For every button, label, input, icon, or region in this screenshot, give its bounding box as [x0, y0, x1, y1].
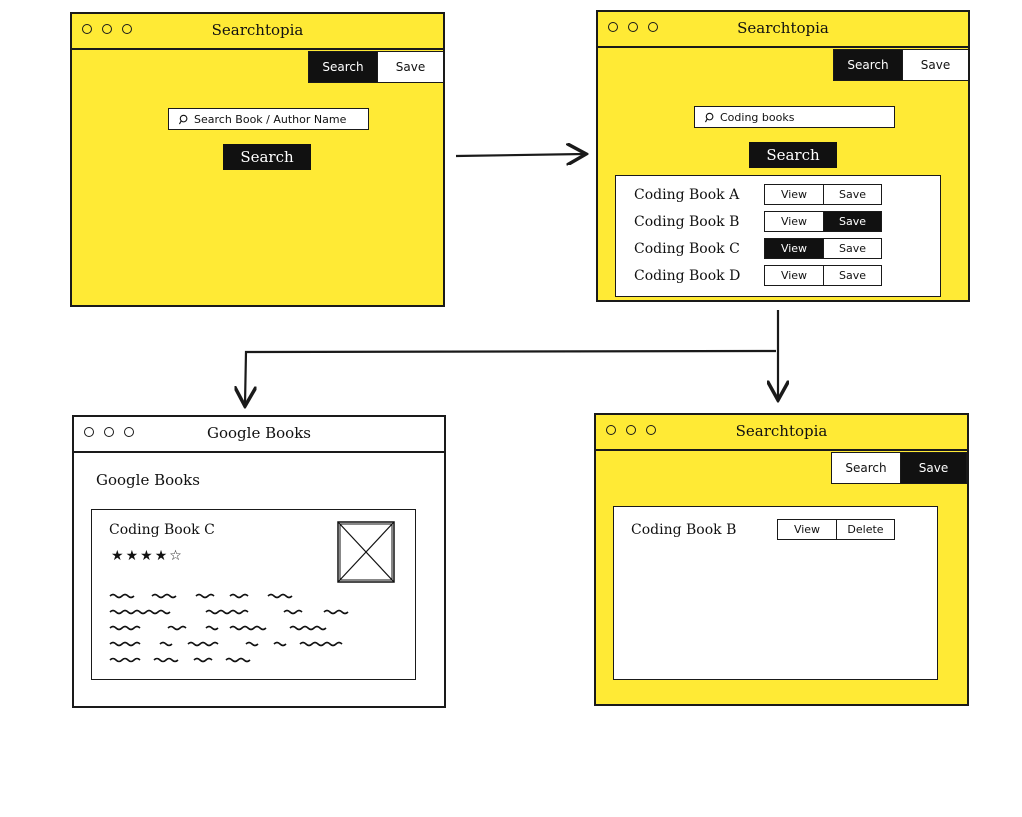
- nav-tabs: Search Save: [308, 51, 444, 83]
- search-placeholder: Search Book / Author Name: [194, 112, 347, 126]
- title-bar: Google Books: [74, 417, 444, 453]
- nav-tabs: Search Save: [831, 452, 967, 484]
- row-actions: View Save: [764, 265, 882, 286]
- row-actions: View Save: [764, 184, 882, 205]
- list-item: Coding Book B View Delete: [631, 519, 895, 540]
- window-title: Google Books: [207, 424, 311, 442]
- tab-save[interactable]: Save: [377, 52, 443, 82]
- nav-tabs: Search Save: [833, 49, 969, 81]
- save-button[interactable]: Save: [823, 239, 881, 258]
- book-title: Coding Book A: [634, 186, 740, 203]
- page-heading: Google Books: [96, 471, 200, 489]
- window-title: Searchtopia: [737, 19, 829, 37]
- title-bar: Searchtopia: [598, 12, 968, 48]
- list-item: Coding Book A View Save: [634, 184, 882, 205]
- star-icon: ★: [111, 548, 126, 564]
- window-title: Searchtopia: [211, 21, 304, 39]
- search-icon: [179, 114, 188, 124]
- delete-button[interactable]: Delete: [836, 520, 894, 539]
- tab-search[interactable]: Search: [834, 50, 902, 80]
- star-icon: ☆: [169, 548, 184, 564]
- description-scribble: [109, 593, 349, 663]
- tab-search[interactable]: Search: [309, 52, 377, 82]
- save-button[interactable]: Save: [823, 185, 881, 204]
- saved-list: Coding Book B View Delete: [613, 506, 938, 680]
- book-title: Coding Book D: [634, 267, 741, 284]
- search-button[interactable]: Search: [749, 142, 837, 168]
- window-title: Searchtopia: [735, 422, 828, 440]
- book-title: Coding Book B: [634, 213, 740, 230]
- window-results-page: Searchtopia Search Save Coding books Sea…: [596, 10, 970, 302]
- tab-save[interactable]: Save: [902, 50, 968, 80]
- list-item: Coding Book C View Save: [634, 238, 882, 259]
- view-button[interactable]: View: [765, 239, 823, 258]
- row-actions: View Delete: [777, 519, 895, 540]
- row-actions: View Save: [764, 238, 882, 259]
- star-icon: ★: [125, 548, 141, 564]
- save-button[interactable]: Save: [823, 212, 881, 231]
- book-title: Coding Book C: [109, 522, 215, 538]
- title-bar: Searchtopia: [596, 415, 967, 451]
- view-button[interactable]: View: [778, 520, 836, 539]
- search-value: Coding books: [720, 110, 795, 124]
- book-title: Coding Book C: [634, 240, 740, 257]
- arrow-search-to-results: [455, 154, 584, 156]
- row-actions: View Save: [764, 211, 882, 232]
- arrow-results-to-google-books: [245, 349, 777, 404]
- list-item: Coding Book D View Save: [634, 265, 882, 286]
- book-card: Coding Book C ★★★★☆: [91, 509, 416, 680]
- tab-search[interactable]: Search: [832, 453, 900, 483]
- window-search-page: Searchtopia Search Save Search Book / Au…: [70, 12, 445, 307]
- book-title: Coding Book B: [631, 521, 737, 538]
- star-icon: ★: [154, 548, 170, 564]
- search-input[interactable]: Coding books: [694, 106, 895, 128]
- title-bar: Searchtopia: [72, 14, 443, 50]
- save-button[interactable]: Save: [823, 266, 881, 285]
- view-button[interactable]: View: [765, 212, 823, 231]
- rating-stars: ★★★★☆: [111, 548, 184, 564]
- list-item: Coding Book B View Save: [634, 211, 882, 232]
- window-google-books: Google Books Google Books Coding Book C …: [72, 415, 446, 708]
- view-button[interactable]: View: [765, 266, 823, 285]
- window-saved-page: Searchtopia Search Save Coding Book B Vi…: [594, 413, 969, 706]
- search-input[interactable]: Search Book / Author Name: [168, 108, 369, 130]
- search-button[interactable]: Search: [223, 144, 311, 170]
- star-icon: ★: [140, 548, 155, 564]
- tab-save[interactable]: Save: [900, 453, 966, 483]
- results-list: Coding Book A View Save Coding Book B Vi…: [615, 175, 941, 297]
- search-icon: [705, 112, 714, 122]
- image-placeholder-icon: [337, 521, 395, 583]
- view-button[interactable]: View: [765, 185, 823, 204]
